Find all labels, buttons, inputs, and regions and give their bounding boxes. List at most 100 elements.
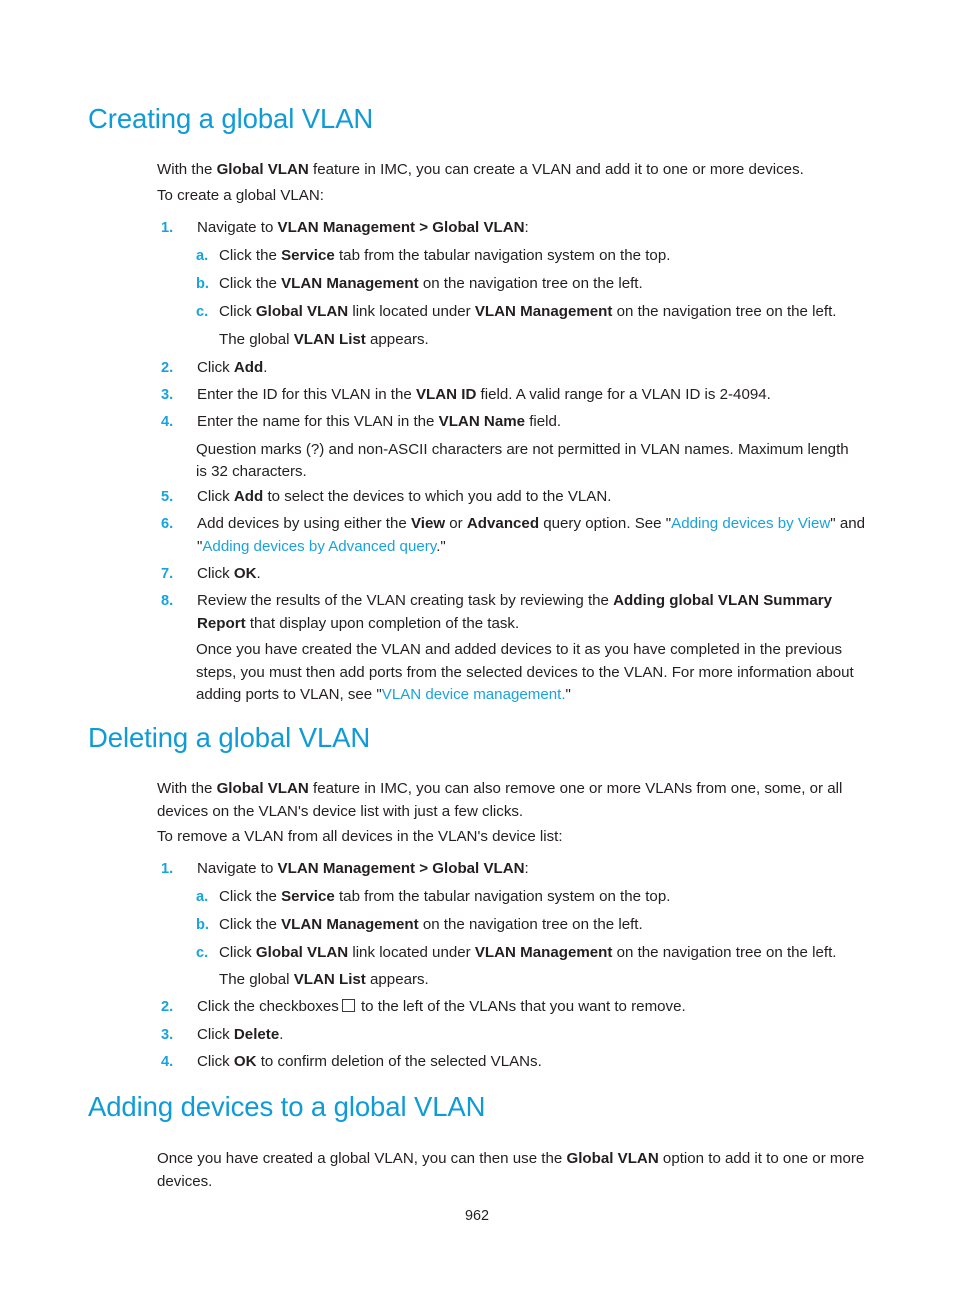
text-post: appears. [365, 971, 429, 988]
note-vlan-list-appears: The global VLAN List appears. [219, 969, 869, 992]
list-marker: b. [196, 276, 209, 292]
term-vlan-name-field: VLAN Name [438, 413, 526, 430]
list-item-del-step-1a: a. Click the Service tab from the tabula… [196, 886, 869, 909]
empty-checkbox-icon [341, 999, 355, 1012]
text-pre: Click [197, 1026, 234, 1043]
text-pre: Click [219, 944, 256, 961]
text-mid: link located under [348, 944, 475, 961]
page-number: 962 [464, 1208, 489, 1224]
term-vlan-id-field: VLAN ID [415, 386, 477, 403]
term-vlan-management: VLAN Management [281, 916, 419, 933]
term-vlan-management: VLAN Management [281, 275, 419, 292]
list-marker: a. [196, 889, 209, 905]
list-marker: 5. [161, 489, 174, 505]
text-post: query option. See " [539, 515, 672, 532]
list-marker: c. [196, 304, 209, 320]
text-pre: Click [197, 488, 234, 505]
list-marker: b. [196, 917, 209, 933]
text-post: to select the devices to which you add t… [263, 488, 612, 505]
text-post: on the navigation tree on the left. [418, 275, 643, 292]
note-vlan-name-restrictions-line1: Question marks (?) and non-ASCII charact… [196, 441, 849, 458]
paragraph-deleting-lead-in: To remove a VLAN from all devices in the… [157, 828, 563, 845]
list-item-step-2: 2. Click Add. [157, 357, 869, 380]
list-item-step-8: 8. Review the results of the VLAN creati… [157, 590, 869, 635]
term-add-button: Add [233, 488, 264, 505]
list-marker: 2. [161, 999, 174, 1015]
list-item-step-1c: c. Click Global VLAN link located under … [196, 301, 869, 324]
paragraph-adding-devices-intro: Once you have created a global VLAN, you… [157, 1148, 869, 1193]
list-item-del-step-4: 4. Click OK to confirm deletion of the s… [157, 1051, 869, 1074]
text-post: on the navigation tree on the left. [418, 916, 643, 933]
link-adding-devices-by-advanced-query[interactable]: Adding devices by Advanced query [202, 538, 436, 555]
note-vlan-list-appears: The global VLAN List appears. [219, 329, 869, 352]
text-pre: Navigate to [197, 219, 278, 236]
list-item-step-3: 3. Enter the ID for this VLAN in the VLA… [157, 384, 869, 407]
text-pre: The global [219, 971, 294, 988]
list-item-step-1a: a. Click the Service tab from the tabula… [196, 245, 869, 268]
list-item-del-step-3: 3. Click Delete. [157, 1024, 869, 1047]
list-marker: 7. [161, 566, 174, 582]
text-pre: Click [219, 303, 256, 320]
heading-adding-devices-to-a-global-vlan: Adding devices to a global VLAN [88, 1091, 486, 1122]
text-pre: Click [197, 359, 234, 376]
text-pre: Click the [219, 916, 282, 933]
text-pre: Add devices by using either the [197, 515, 411, 532]
paragraph-creating-closing: Once you have created the VLAN and added… [196, 639, 869, 707]
list-item-step-7: 7. Click OK. [157, 563, 869, 586]
text-pre: Click [197, 565, 234, 582]
list-item-del-step-1c: c. Click Global VLAN link located under … [196, 942, 869, 965]
text-post: " [565, 686, 571, 704]
text-pre: Navigate to [197, 860, 278, 877]
text-post: feature in IMC, you can create a VLAN an… [308, 161, 804, 178]
note-vlan-name-restrictions-line2: is 32 characters. [196, 463, 307, 480]
text-pre: Click the checkboxes [197, 998, 339, 1015]
text-pre: Click the [219, 888, 282, 905]
list-item-del-step-1b: b. Click the VLAN Management on the navi… [196, 914, 869, 937]
text-post: to the left of the VLANs that you want t… [356, 998, 686, 1015]
text-pre: Click the [219, 247, 282, 264]
term-view-option: View [410, 515, 446, 532]
text-pre: The global [219, 331, 294, 348]
text-pre: Review the results of the VLAN creating … [197, 592, 614, 609]
term-nav-path: VLAN Management > Global VLAN [277, 860, 525, 877]
list-marker: 8. [161, 593, 174, 609]
list-item-step-1: 1. Navigate to VLAN Management > Global … [157, 217, 869, 240]
text-post: tab from the tabular navigation system o… [334, 247, 671, 264]
text-tail: ." [436, 537, 446, 555]
list-item-step-6: 6. Add devices by using either the View … [157, 513, 869, 558]
text-post: appears. [365, 331, 429, 348]
list-marker: 4. [161, 414, 174, 430]
link-adding-devices-by-view[interactable]: Adding devices by View [671, 515, 830, 532]
text-post: : [524, 860, 529, 877]
term-global-vlan: Global VLAN [216, 780, 309, 797]
text-post: . [256, 565, 261, 582]
term-advanced-option: Advanced [466, 515, 540, 532]
heading-deleting-a-global-vlan: Deleting a global VLAN [88, 722, 371, 753]
term-vlan-list: VLAN List [293, 971, 366, 988]
text-post: field. A valid range for a VLAN ID is 2-… [476, 386, 771, 403]
list-marker: 2. [161, 360, 174, 376]
text-pre: With the [157, 161, 217, 178]
document-page: Creating a global VLAN With the Global V… [0, 0, 954, 1296]
list-item-step-4: 4. Enter the name for this VLAN in the V… [157, 411, 869, 434]
list-item-del-step-1: 1. Navigate to VLAN Management > Global … [157, 858, 869, 881]
text-mid: link located under [348, 303, 475, 320]
text-post: tab from the tabular navigation system o… [334, 888, 671, 905]
text-pre: Enter the name for this VLAN in the [197, 413, 439, 430]
term-global-vlan: Global VLAN [216, 161, 309, 178]
text-pre: Click [197, 1053, 234, 1070]
list-marker: 3. [161, 387, 174, 403]
list-marker: 6. [161, 516, 174, 532]
term-ok-button: OK [233, 565, 257, 582]
text-mid: or [445, 515, 467, 532]
text-pre: Enter the ID for this VLAN in the [197, 386, 416, 403]
text-pre: Once you have created a global VLAN, you… [157, 1150, 567, 1167]
term-ok-button: OK [233, 1053, 257, 1070]
heading-creating-a-global-vlan: Creating a global VLAN [88, 103, 374, 134]
link-vlan-device-management[interactable]: VLAN device management. [382, 686, 566, 703]
text-post: to confirm deletion of the selected VLAN… [256, 1053, 542, 1070]
term-add-button: Add [233, 359, 264, 376]
term-nav-path: VLAN Management > Global VLAN [277, 219, 525, 236]
text-post: : [524, 219, 529, 236]
list-marker: a. [196, 248, 209, 264]
